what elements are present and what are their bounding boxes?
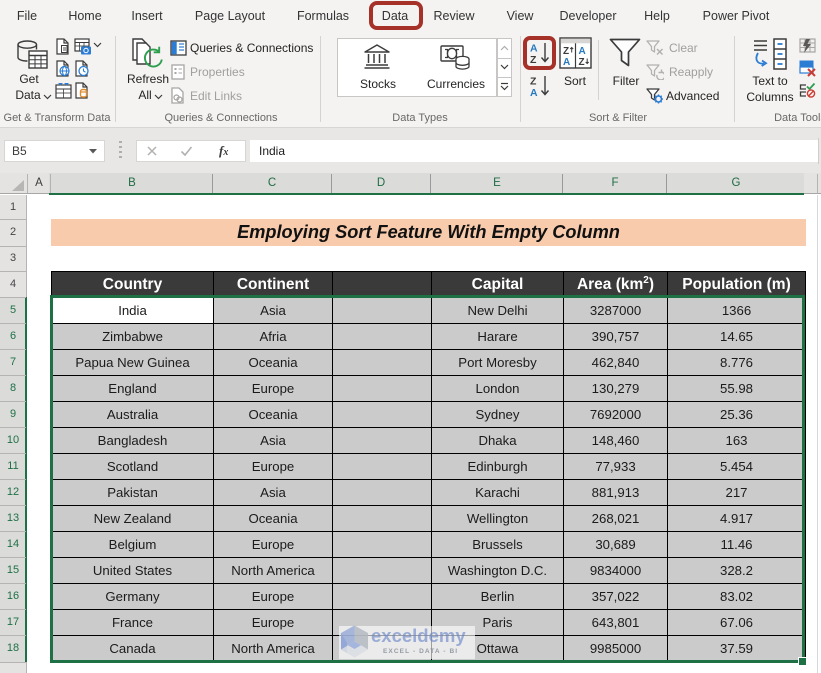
svg-text:A: A [579, 46, 586, 57]
svg-text:Z: Z [579, 57, 585, 68]
svg-text:Z: Z [563, 46, 569, 57]
svg-text:A: A [563, 57, 570, 68]
svg-text:A: A [530, 87, 538, 98]
svg-text:Z: Z [530, 76, 537, 88]
